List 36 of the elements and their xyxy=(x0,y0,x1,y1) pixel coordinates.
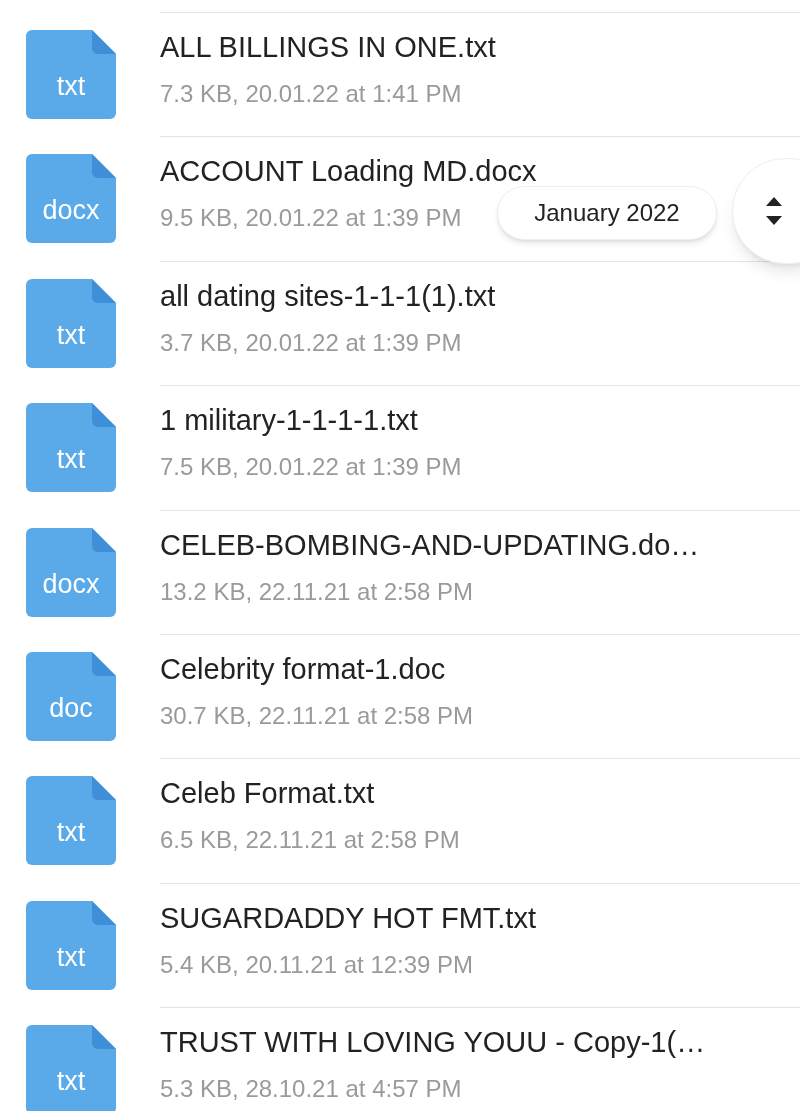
file-type-label: txt xyxy=(55,443,87,476)
file-name[interactable]: 1 military-1-1-1-1.txt xyxy=(160,402,418,439)
document-icon xyxy=(26,30,116,119)
file-name[interactable]: SUGARDADDY HOT FMT.txt xyxy=(160,899,536,936)
file-type-label: docx xyxy=(41,567,101,600)
file-details: 30.7 KB, 22.11.21 at 2:58 PM xyxy=(160,700,474,731)
file-type-label: txt xyxy=(55,816,87,849)
file-type-label: doc xyxy=(48,691,94,724)
file-name[interactable]: ALL BILLINGS IN ONE.txt xyxy=(160,29,496,65)
file-details: 13.2 KB, 22.11.21 at 2:58 PM xyxy=(160,576,474,607)
document-icon xyxy=(26,403,116,493)
file-details: 5.3 KB, 28.10.21 at 4:57 PM xyxy=(160,1074,462,1105)
file-type-label: txt xyxy=(55,1065,87,1098)
file-name[interactable]: TRUST WITH LOVING YOUU - Copy-1(… xyxy=(160,1024,706,1061)
document-icon xyxy=(26,154,116,244)
file-type-label: txt xyxy=(55,940,87,973)
file-details: 7.3 KB, 20.01.22 at 1:41 PM xyxy=(160,79,462,109)
file-type-label: docx xyxy=(41,194,101,227)
date-tooltip: January 2022 xyxy=(497,186,717,240)
file-details: 6.5 KB, 22.11.21 at 2:58 PM xyxy=(160,825,460,856)
file-name[interactable]: CELEB-BOMBING-AND-UPDATING.do… xyxy=(160,526,700,563)
file-details: 7.5 KB, 20.01.22 at 1:39 PM xyxy=(160,452,462,483)
file-details: 5.4 KB, 20.11.21 at 12:39 PM xyxy=(160,949,474,980)
file-type-label: txt xyxy=(55,318,87,351)
document-icon xyxy=(26,527,116,617)
document-icon xyxy=(26,900,116,990)
file-name[interactable]: all dating sites-1-1-1(1).txt xyxy=(160,277,496,314)
file-details: 3.7 KB, 20.01.22 at 1:39 PM xyxy=(160,327,462,358)
document-icon xyxy=(26,776,116,866)
file-details: 9.5 KB, 20.01.22 at 1:39 PM xyxy=(160,203,462,234)
file-type-label: txt xyxy=(55,70,87,102)
document-icon xyxy=(26,278,116,368)
document-icon xyxy=(26,1025,116,1111)
document-icon xyxy=(26,651,116,741)
file-name[interactable]: Celeb Format.txt xyxy=(160,775,375,812)
file-name[interactable]: Celebrity format-1.doc xyxy=(160,650,446,687)
